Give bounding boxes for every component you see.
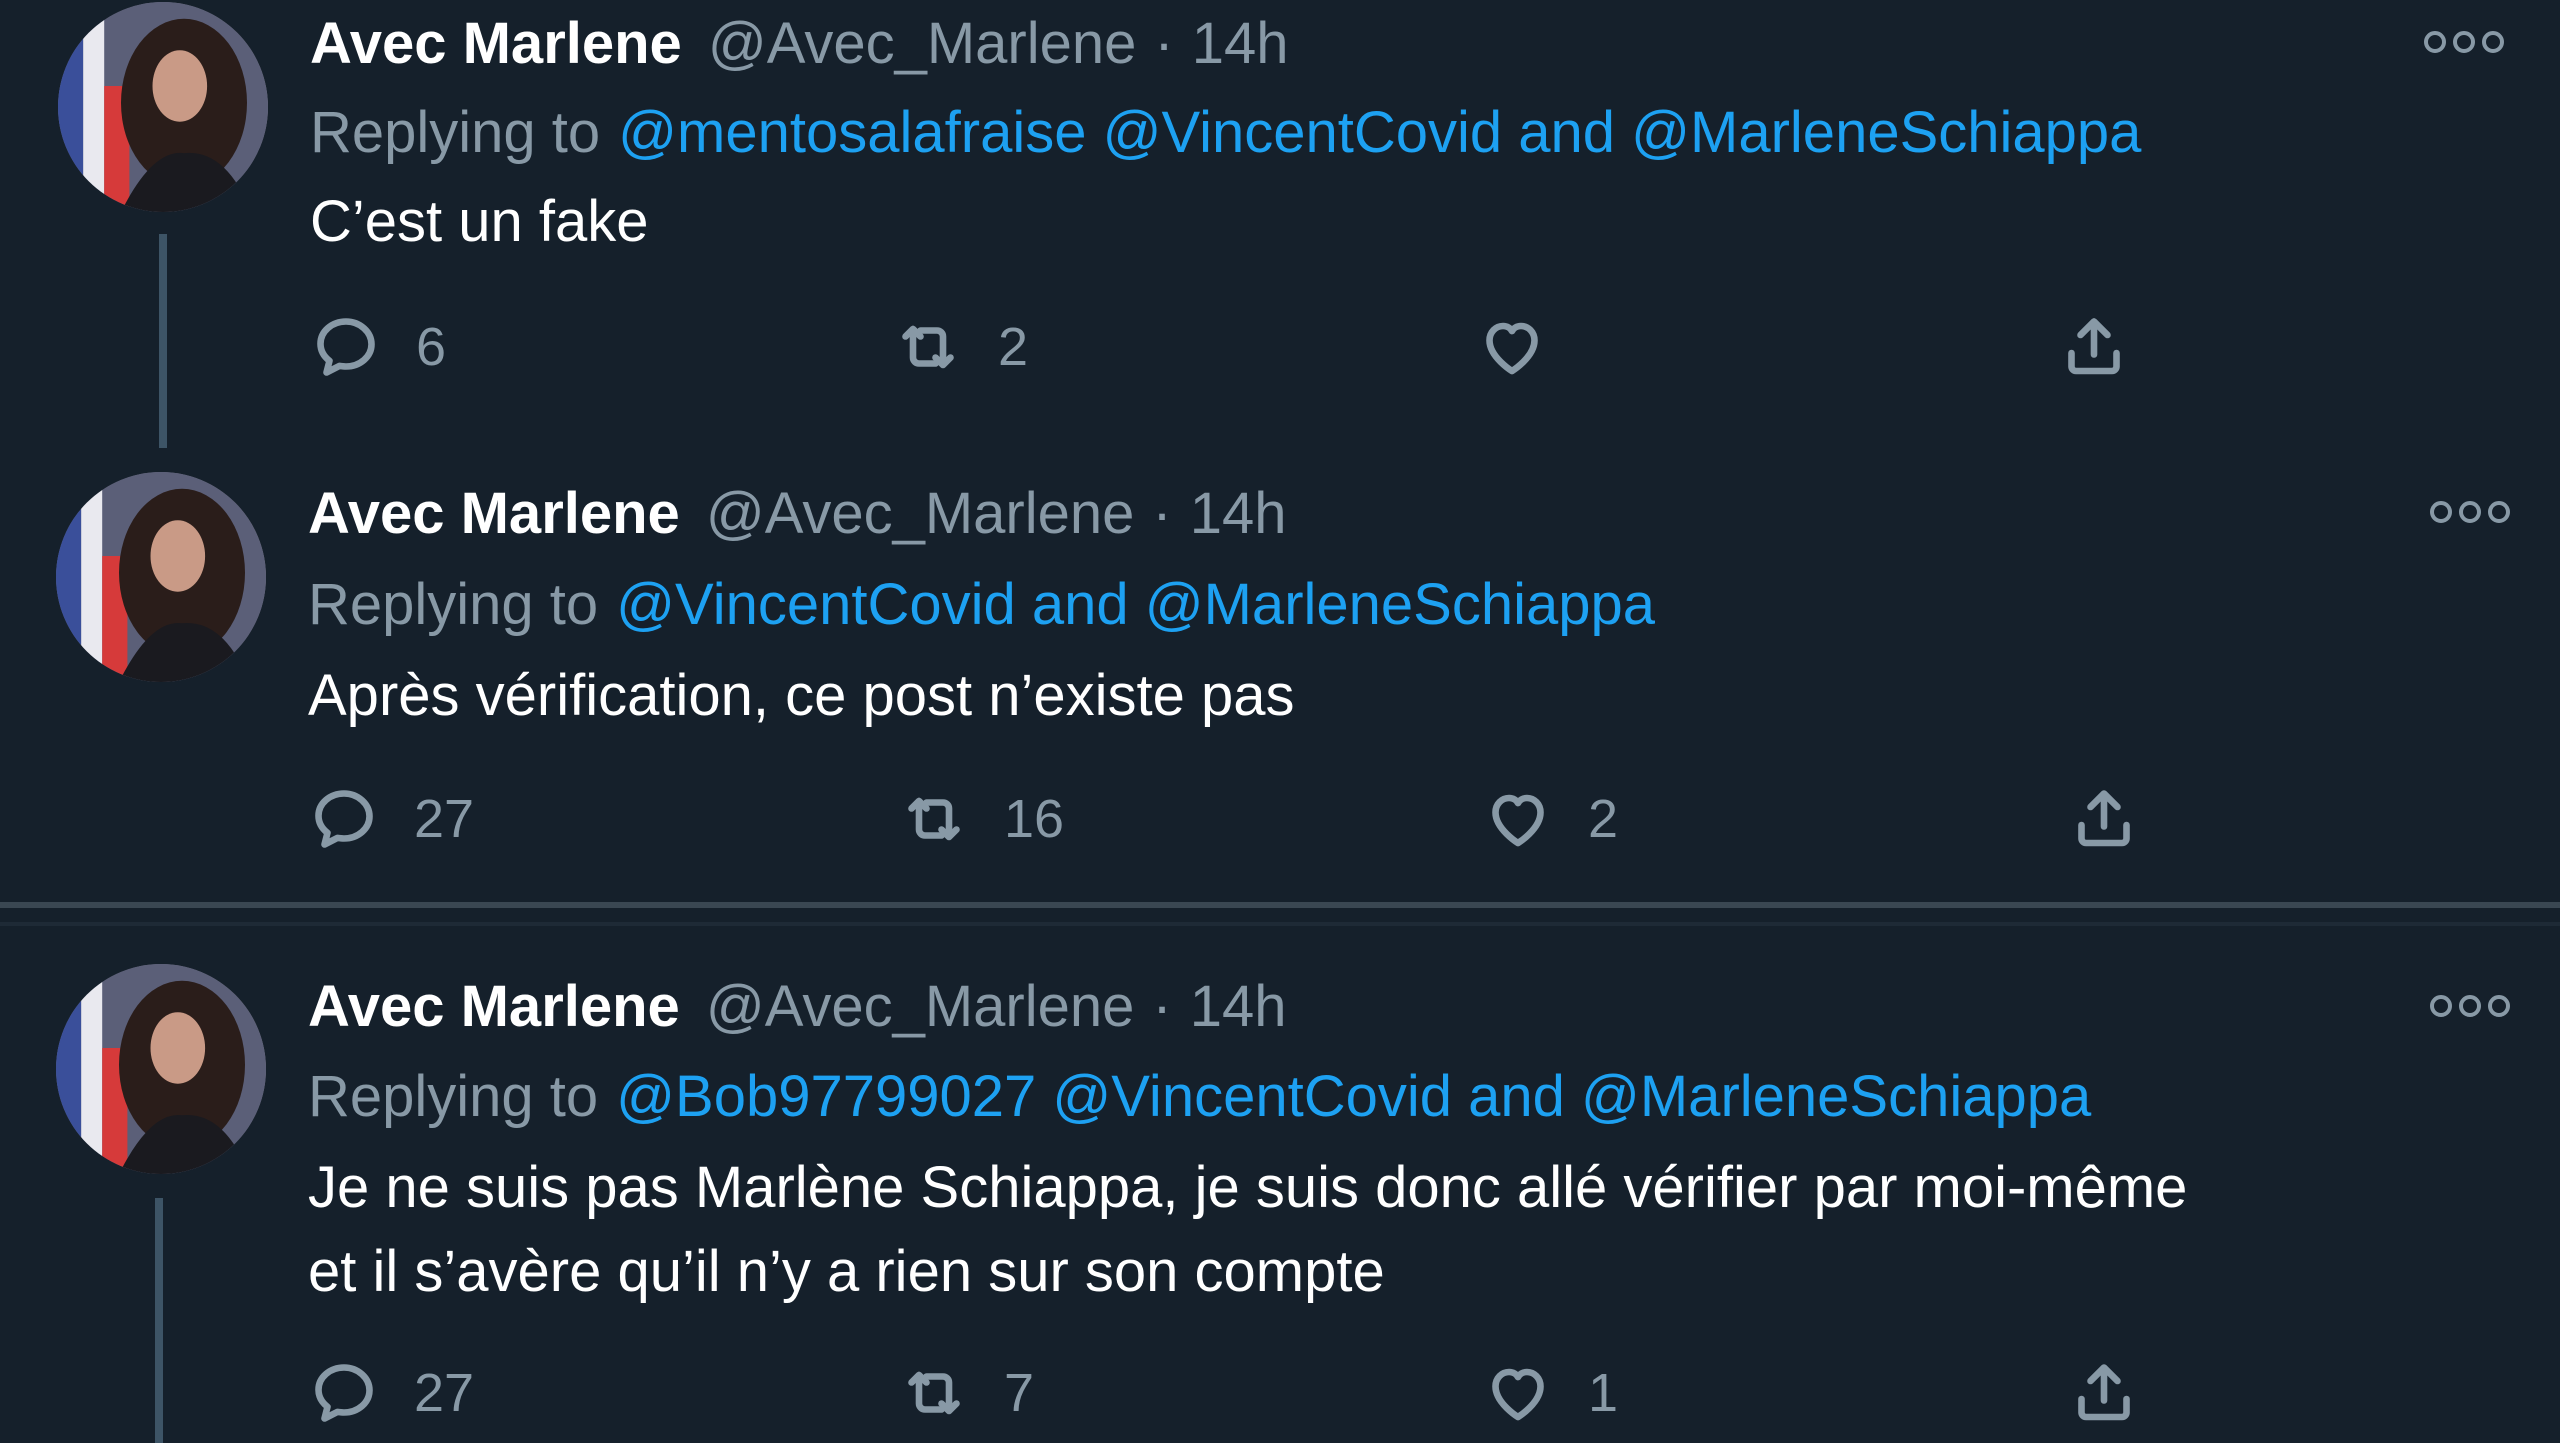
heart-icon	[1486, 322, 1538, 375]
user-handle[interactable]: @Avec_Marlene	[706, 973, 1135, 1040]
display-name[interactable]: Avec Marlene	[308, 480, 680, 547]
replying-to-label: Replying to	[308, 1063, 599, 1129]
share-button[interactable]	[2068, 779, 2140, 859]
user-handle[interactable]: @Avec_Marlene	[706, 480, 1135, 547]
like-count: 1	[1588, 1363, 1619, 1423]
avatar-image	[56, 472, 266, 682]
tweet-2[interactable]: Avec Marlene @Avec_Marlene · 14h Replyin…	[0, 460, 2560, 900]
thread-line	[155, 1198, 163, 1443]
avatar[interactable]	[58, 2, 268, 212]
reply-count: 27	[414, 789, 475, 849]
meta-separator: ·	[1152, 973, 1172, 1039]
like-button[interactable]: 2	[1482, 779, 1618, 859]
heart-icon	[1492, 794, 1544, 847]
more-dots-icon[interactable]	[2430, 986, 2510, 1026]
share-upload-icon	[2068, 318, 2120, 375]
mentions-links[interactable]: @mentosalafraise @VincentCovid and @Marl…	[618, 99, 2141, 166]
conversation-separator	[0, 902, 2560, 908]
retweet-button[interactable]: 2	[892, 307, 1028, 387]
like-count: 2	[1588, 789, 1619, 849]
avatar[interactable]	[56, 472, 266, 682]
avatar-image	[58, 2, 268, 212]
tweet-actions: 27 16 2	[308, 779, 2508, 859]
timestamp[interactable]: 14h	[1190, 973, 1287, 1040]
more-dots-icon[interactable]	[2424, 22, 2504, 62]
tweet-actions: 27 7 1	[308, 1353, 2508, 1433]
retweet-icon	[908, 1371, 960, 1415]
meta-separator: ·	[1154, 10, 1174, 76]
mentions-links[interactable]: @VincentCovid and @MarleneSchiappa	[616, 571, 1655, 638]
thread-line	[159, 234, 167, 448]
replying-to-label: Replying to	[308, 571, 599, 637]
mentions-links[interactable]: @Bob97799027 @VincentCovid and @MarleneS…	[616, 1063, 2091, 1130]
reply-button[interactable]: 6	[310, 307, 446, 387]
tweet-actions: 6 2	[310, 307, 2510, 387]
display-name[interactable]: Avec Marlene	[308, 973, 680, 1040]
like-button[interactable]: 1	[1482, 1353, 1618, 1433]
heart-icon	[1492, 1368, 1544, 1421]
tweet-header: Avec Marlene @Avec_Marlene · 14h	[310, 8, 1289, 78]
share-upload-icon	[2078, 790, 2130, 847]
like-button[interactable]	[1476, 307, 1582, 387]
retweet-button[interactable]: 7	[898, 1353, 1034, 1433]
tweet-header: Avec Marlene @Avec_Marlene · 14h	[308, 478, 1287, 548]
retweet-button[interactable]: 16	[898, 779, 1064, 859]
more-dots-icon[interactable]	[2430, 492, 2510, 532]
tweet-text: C’est un fake	[310, 189, 649, 254]
timestamp[interactable]: 14h	[1192, 10, 1289, 77]
replying-to-line: Replying to @VincentCovid and @MarleneSc…	[308, 568, 1655, 640]
speech-bubble-icon	[315, 790, 373, 848]
speech-bubble-icon	[317, 318, 375, 376]
share-upload-icon	[2078, 1364, 2130, 1421]
user-handle[interactable]: @Avec_Marlene	[708, 10, 1137, 77]
timestamp[interactable]: 14h	[1190, 480, 1287, 547]
reply-button[interactable]: 27	[308, 779, 474, 859]
reply-count: 27	[414, 1363, 475, 1423]
tweet-text: Après vérification, ce post n’existe pas	[308, 663, 1295, 728]
tweet-text: Je ne suis pas Marlène Schiappa, je suis…	[308, 1155, 2188, 1304]
conversation-separator	[0, 922, 2560, 926]
retweet-count: 2	[998, 317, 1029, 377]
retweet-count: 7	[1004, 1363, 1035, 1423]
retweet-count: 16	[1004, 789, 1065, 849]
avatar-image	[56, 964, 266, 1174]
speech-bubble-icon	[315, 1364, 373, 1422]
avatar[interactable]	[56, 964, 266, 1174]
reply-button[interactable]: 27	[308, 1353, 474, 1433]
tweet-3[interactable]: Avec Marlene @Avec_Marlene · 14h Replyin…	[0, 950, 2560, 1443]
replying-to-line: Replying to @Bob97799027 @VincentCovid a…	[308, 1060, 2091, 1132]
meta-separator: ·	[1152, 480, 1172, 546]
retweet-icon	[908, 797, 960, 841]
display-name[interactable]: Avec Marlene	[310, 10, 682, 77]
reply-count: 6	[416, 317, 447, 377]
retweet-icon	[902, 325, 954, 369]
share-button[interactable]	[2058, 307, 2130, 387]
replying-to-label: Replying to	[310, 99, 601, 165]
tweet-1[interactable]: Avec Marlene @Avec_Marlene · 14h Replyin…	[0, 0, 2560, 460]
replying-to-line: Replying to @mentosalafraise @VincentCov…	[310, 96, 2141, 168]
tweet-header: Avec Marlene @Avec_Marlene · 14h	[308, 971, 1287, 1041]
share-button[interactable]	[2068, 1353, 2140, 1433]
